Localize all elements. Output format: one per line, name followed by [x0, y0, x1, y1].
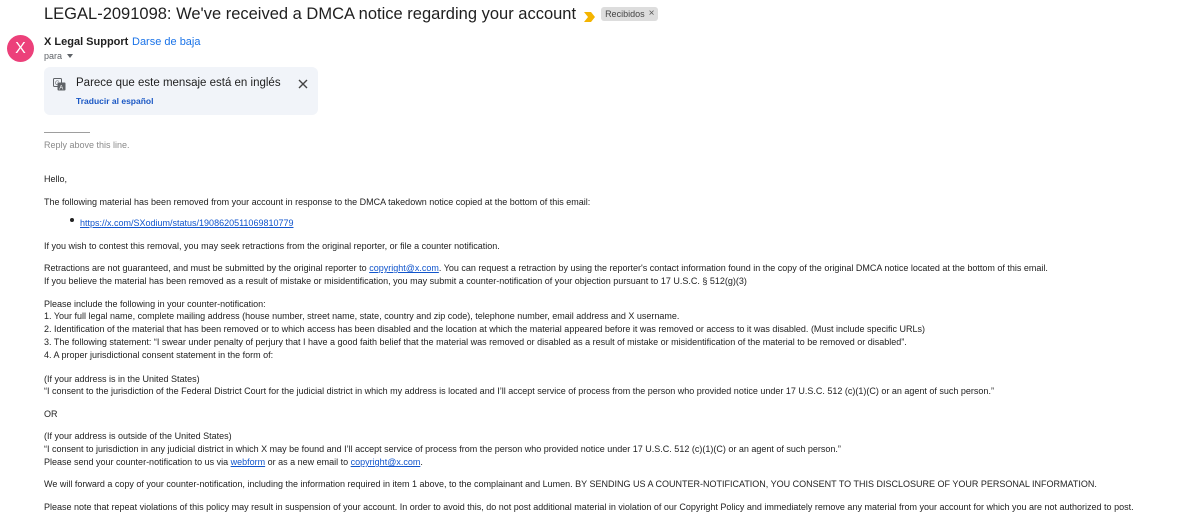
retractions-post: . You can request a retraction by using …	[438, 263, 1048, 273]
removed-intro: The following material has been removed …	[44, 197, 591, 207]
close-icon[interactable]: ×	[649, 9, 655, 19]
repeat-text: Please note that repeat violations of th…	[44, 502, 1134, 512]
chevron-down-icon[interactable]	[67, 54, 74, 58]
webform-link[interactable]: webform	[231, 457, 266, 467]
greeting: Hello,	[44, 174, 68, 184]
avatar[interactable]: X	[7, 35, 34, 62]
translate-icon: G A	[53, 78, 66, 91]
or-text: OR	[44, 409, 58, 419]
send-post: .	[420, 457, 423, 467]
copyright-email-link[interactable]: copyright@x.com	[351, 457, 421, 467]
label-chip-text: Recibidos	[605, 9, 645, 19]
translate-link[interactable]: Traducir al español	[76, 96, 153, 106]
outside-header: (If your address is outside of the Unite…	[44, 431, 232, 441]
contest-text: If you wish to contest this removal, you…	[44, 241, 500, 251]
bullet	[70, 218, 74, 222]
subject-row: LEGAL-2091098: We've received a DMCA not…	[44, 4, 659, 24]
send-pre: Please send your counter-notification to…	[44, 457, 231, 467]
list-item: 3. The following statement: “I swear und…	[44, 337, 907, 347]
us-consent: “I consent to the jurisdiction of the Fe…	[44, 386, 994, 396]
forward-text: We will forward a copy of your counter-n…	[44, 479, 1097, 489]
translate-banner: G A Parece que este mensaje está en ingl…	[44, 67, 318, 115]
label-chip-inbox[interactable]: Recibidos ×	[601, 7, 659, 21]
recipient-row: para	[44, 51, 74, 61]
mistake-text: If you believe the material has been rem…	[44, 276, 747, 286]
importance-marker-icon[interactable]	[584, 9, 596, 22]
translate-message: Parece que este mensaje está en inglés	[76, 77, 281, 89]
sender-name[interactable]: X Legal Support	[44, 36, 128, 48]
list-item: 4. A proper jurisdictional consent state…	[44, 350, 274, 360]
retractions-pre: Retractions are not guaranteed, and must…	[44, 263, 370, 273]
material-link[interactable]: https://x.com/SXodium/status/19086205110…	[80, 218, 293, 228]
us-header: (If your address is in the United States…	[44, 374, 200, 384]
include-intro: Please include the following in your cou…	[44, 299, 266, 309]
reply-above-line: Reply above this line.	[44, 140, 130, 150]
list-item: 2. Identification of the material that h…	[44, 324, 925, 334]
list-item: 1. Your full legal name, complete mailin…	[44, 311, 680, 321]
close-icon[interactable]	[296, 77, 310, 91]
retractions-text: Retractions are not guaranteed, and must…	[44, 262, 1048, 274]
divider	[44, 132, 90, 133]
outside-consent: “I consent to jurisdiction in any judici…	[44, 444, 841, 454]
send-mid: or as a new email to	[265, 457, 351, 467]
material-link-item: https://x.com/SXodium/status/19086205110…	[80, 217, 293, 229]
unsubscribe-link[interactable]: Darse de baja	[132, 36, 201, 48]
svg-text:A: A	[59, 85, 63, 91]
send-text: Please send your counter-notification to…	[44, 456, 423, 468]
email-subject: LEGAL-2091098: We've received a DMCA not…	[44, 4, 577, 23]
copyright-email-link[interactable]: copyright@x.com	[369, 263, 439, 273]
recipient-label: para	[44, 51, 63, 61]
